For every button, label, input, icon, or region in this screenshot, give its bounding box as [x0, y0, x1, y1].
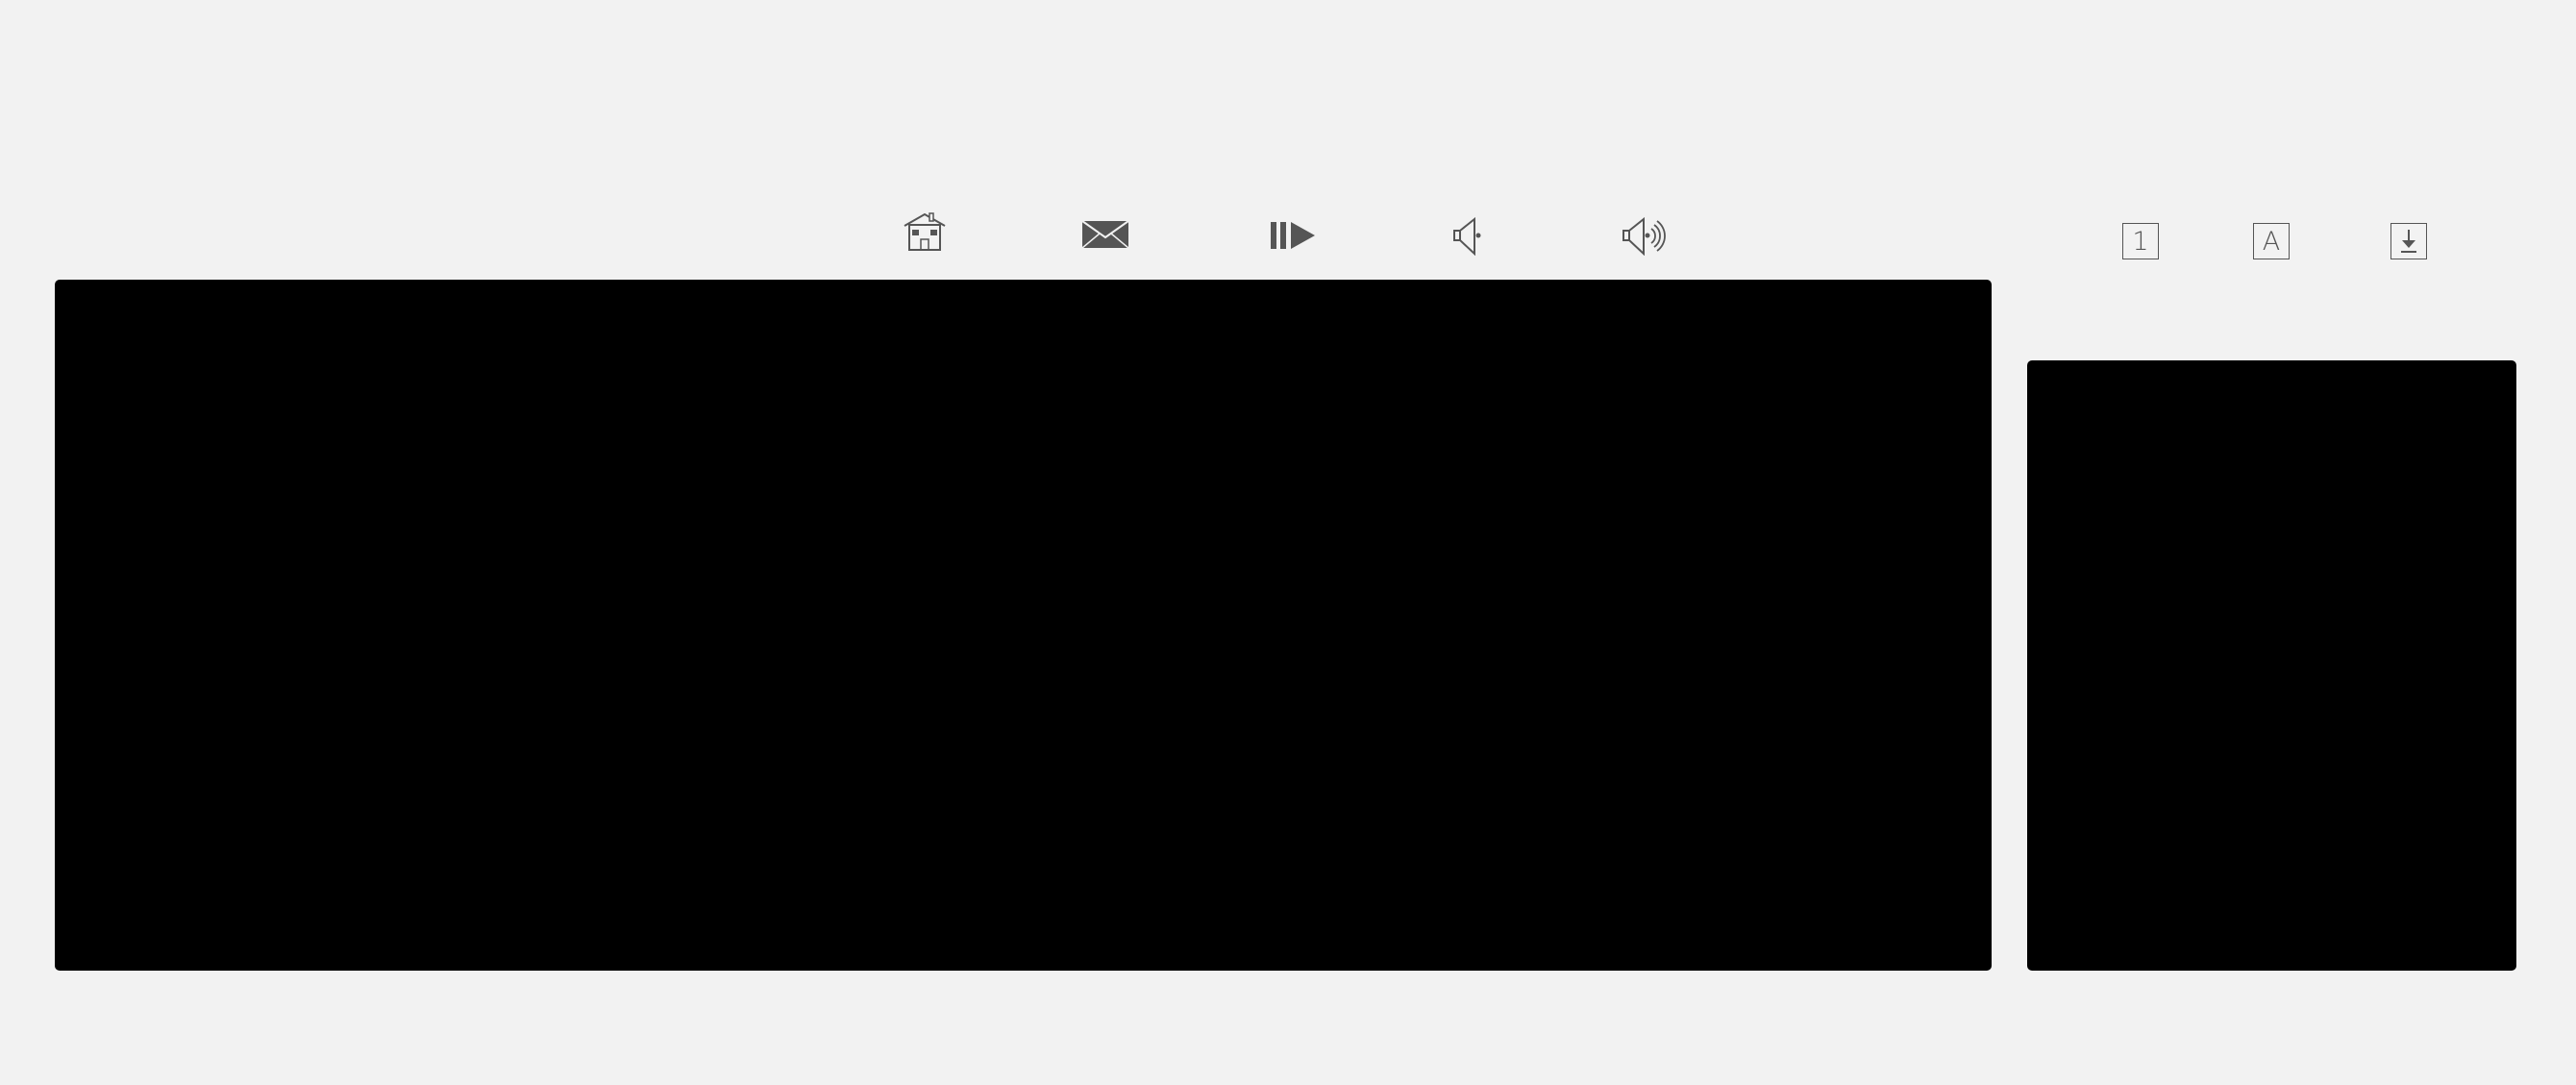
download-arrow-icon [2401, 230, 2416, 253]
number-box-label: 1 [2132, 226, 2149, 257]
download-box-icon[interactable] [2390, 223, 2427, 259]
side-display-panel[interactable] [2027, 360, 2516, 971]
speaker-loud-icon[interactable] [1621, 217, 1671, 256]
speaker-muted-icon[interactable] [1451, 217, 1486, 256]
mail-icon[interactable] [1081, 220, 1129, 249]
pause-play-icon[interactable] [1269, 220, 1317, 251]
main-display-panel[interactable] [55, 280, 1992, 971]
font-box-icon[interactable]: A [2253, 223, 2290, 259]
home-icon[interactable] [903, 211, 947, 252]
number-box-icon[interactable]: 1 [2122, 223, 2159, 259]
font-box-label: A [2262, 226, 2281, 257]
